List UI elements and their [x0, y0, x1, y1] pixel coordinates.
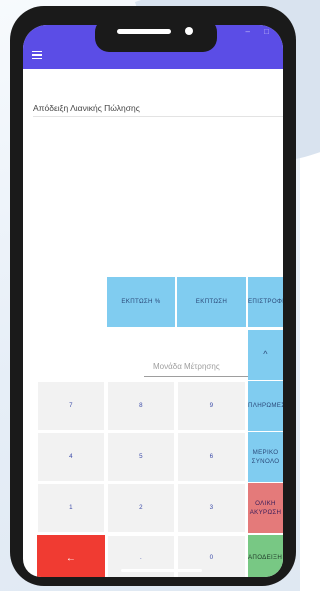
key-2[interactable]: 2: [107, 483, 175, 533]
title-divider: [33, 116, 283, 117]
payments-button[interactable]: ΠΛΗΡΩΜΕΣ: [248, 381, 283, 431]
menu-icon[interactable]: [32, 51, 42, 59]
subtotal-button[interactable]: ΜΕΡΙΚΟ ΣΥΝΟΛΟ: [248, 432, 283, 482]
key-1[interactable]: 1: [37, 483, 105, 533]
speaker-slot: [117, 29, 171, 34]
key-3[interactable]: 3: [177, 483, 246, 533]
scroll-up-button[interactable]: ^: [248, 330, 283, 380]
camera-dot: [185, 27, 193, 35]
backspace-button[interactable]: ←: [37, 535, 105, 577]
key-6[interactable]: 6: [177, 432, 246, 482]
unit-dropdown[interactable]: Μονάδα Μέτρησης: [144, 358, 257, 377]
key-7[interactable]: 7: [37, 381, 105, 431]
receipt-button[interactable]: ΑΠΟΔΕΙΞΗ: [248, 535, 283, 577]
total-cancel-button[interactable]: ΟΛΙΚΗ ΑΚΥΡΩΣΗ: [248, 483, 283, 533]
chevron-up-icon: ^: [263, 349, 268, 360]
key-5[interactable]: 5: [107, 432, 175, 482]
unit-dropdown-placeholder: Μονάδα Μέτρησης: [153, 362, 220, 371]
page-title: Απόδειξη Λιανικής Πώλησης: [33, 103, 140, 113]
payments-button-label: ΠΛΗΡΩΜΕΣ: [248, 402, 283, 410]
home-indicator: [121, 569, 202, 572]
receipt-button-label: ΑΠΟΔΕΙΞΗ: [248, 554, 283, 562]
backspace-arrow-icon: ←: [65, 552, 77, 564]
window-controls[interactable]: – □: [245, 27, 275, 36]
app-screen: – □ Απόδειξη Λιανικής Πώλησης ΕΚΠΤΩΣΗ % …: [23, 25, 283, 577]
key-9[interactable]: 9: [177, 381, 246, 431]
phone-notch: [95, 18, 217, 52]
key-8[interactable]: 8: [107, 381, 175, 431]
phone-frame: – □ Απόδειξη Λιανικής Πώλησης ΕΚΠΤΩΣΗ % …: [10, 6, 296, 586]
key-4[interactable]: 4: [37, 432, 105, 482]
discount-percent-button[interactable]: ΕΚΠΤΩΣΗ %: [107, 277, 175, 327]
refund-button-label: ΕΠΙΣΤΡΟΦΗ: [248, 298, 283, 306]
refund-button[interactable]: ΕΠΙΣΤΡΟΦΗ: [248, 277, 283, 327]
discount-button[interactable]: ΕΚΠΤΩΣΗ: [177, 277, 246, 327]
